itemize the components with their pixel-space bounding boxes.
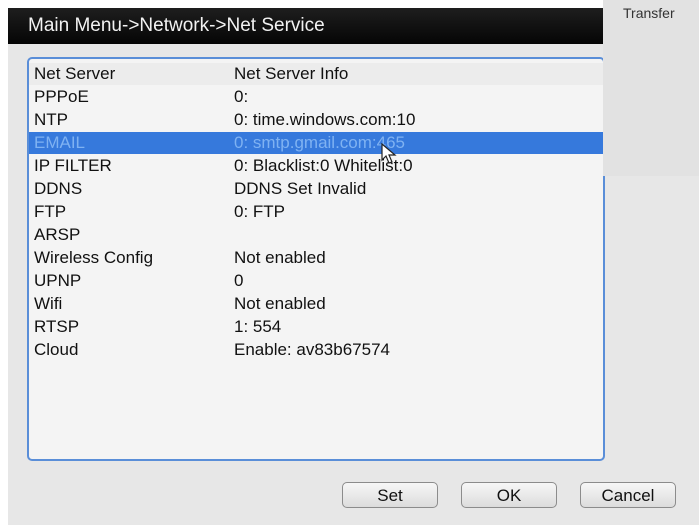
list-row-arsp[interactable]: ARSP <box>29 224 603 246</box>
row-service-info: 0 <box>234 271 244 290</box>
list-row-email[interactable]: EMAIL 0: smtp.gmail.com:465 <box>29 132 603 154</box>
set-button[interactable]: Set <box>342 482 438 508</box>
row-service-name: IP FILTER <box>34 156 112 175</box>
row-service-info: 1: 554 <box>234 317 282 336</box>
row-service-name: Wifi <box>34 294 63 313</box>
list-row-ntp[interactable]: NTP 0: time.windows.com:10 <box>29 109 603 131</box>
transfer-popup: Transfer <box>603 0 699 176</box>
row-service-info: DDNS Set Invalid <box>234 179 367 198</box>
row-service-name: FTP <box>34 202 67 221</box>
list-row-upnp[interactable]: UPNP 0 <box>29 270 603 292</box>
net-service-window: Main Menu->Network->Net Service Net Serv… <box>8 8 699 525</box>
row-service-name: Cloud <box>34 340 79 359</box>
list-header: Net Server Net Server Info <box>29 63 603 85</box>
list-row-pppoe[interactable]: PPPoE 0: <box>29 86 603 108</box>
row-service-info: 0: smtp.gmail.com:465 <box>234 133 406 152</box>
row-service-info: 0: FTP <box>234 202 286 221</box>
list-row-ip-filter[interactable]: IP FILTER 0: Blacklist:0 Whitelist:0 <box>29 155 603 177</box>
column-header-net-server-info: Net Server Info <box>234 64 349 83</box>
cancel-button[interactable]: Cancel <box>580 482 676 508</box>
row-service-name: EMAIL <box>34 133 86 152</box>
row-service-info: 0: time.windows.com:10 <box>234 110 416 129</box>
row-service-name: RTSP <box>34 317 80 336</box>
column-header-net-server: Net Server <box>34 64 116 83</box>
ok-button[interactable]: OK <box>461 482 557 508</box>
row-service-info: Enable: av83b67574 <box>234 340 390 359</box>
list-row-ddns[interactable]: DDNS DDNS Set Invalid <box>29 178 603 200</box>
row-service-name: PPPoE <box>34 87 89 106</box>
row-service-name: Wireless Config <box>34 248 154 267</box>
list-row-wireless-config[interactable]: Wireless Config Not enabled <box>29 247 603 269</box>
list-row-ftp[interactable]: FTP 0: FTP <box>29 201 603 223</box>
row-service-name: DDNS <box>34 179 83 198</box>
list-row-cloud[interactable]: Cloud Enable: av83b67574 <box>29 339 603 361</box>
list-row-wifi[interactable]: Wifi Not enabled <box>29 293 603 315</box>
row-service-info: Not enabled <box>234 294 326 313</box>
list-row-rtsp[interactable]: RTSP 1: 554 <box>29 316 603 338</box>
net-service-list[interactable]: Net Server Net Server Info PPPoE 0: NTP … <box>27 57 605 461</box>
row-service-name: ARSP <box>34 225 81 244</box>
row-service-name: NTP <box>34 110 68 129</box>
row-service-info: Not enabled <box>234 248 326 267</box>
mouse-cursor-icon <box>381 143 397 164</box>
row-service-info: 0: <box>234 87 249 106</box>
window-title: Main Menu->Network->Net Service <box>8 8 699 44</box>
row-service-name: UPNP <box>34 271 82 290</box>
transfer-label: Transfer <box>623 5 675 21</box>
